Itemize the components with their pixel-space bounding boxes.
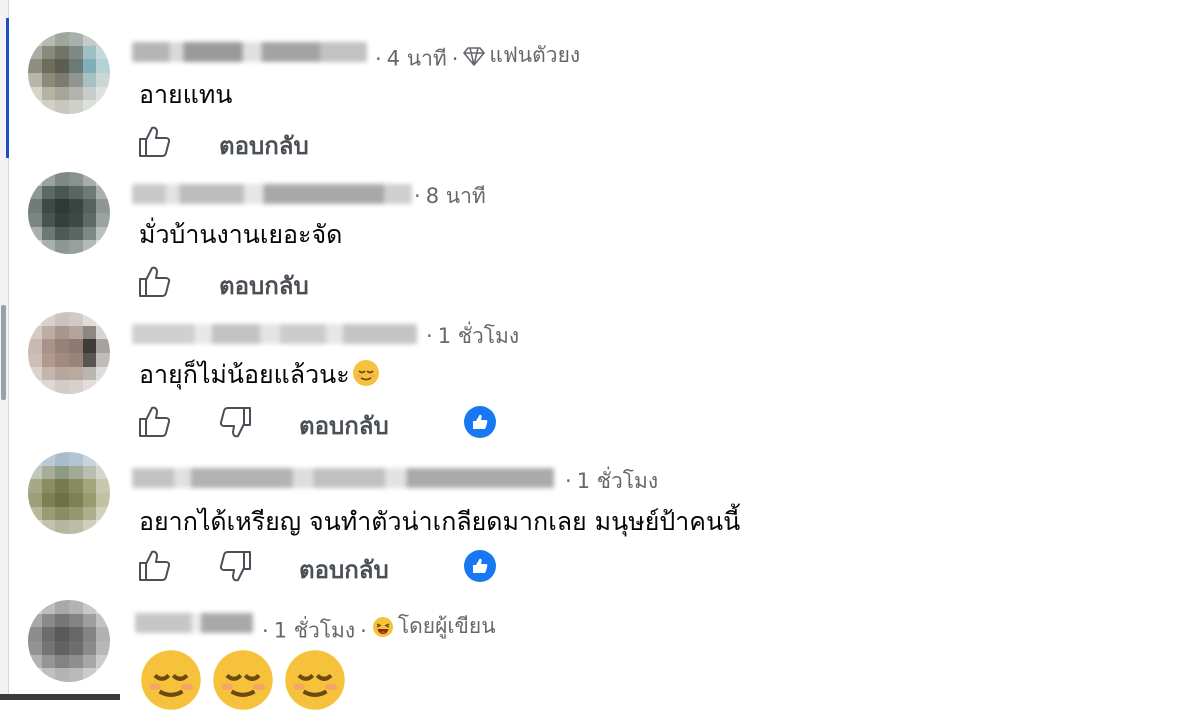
comment-item: · 4 นาที · แฟนตัวยง อายแทน ตอบกลับ (0, 0, 1200, 160)
commenter-name-blurred[interactable] (132, 42, 367, 62)
avatar[interactable] (28, 452, 110, 534)
relieved-face-icon (213, 650, 273, 710)
comment-text: อายแทน (139, 80, 233, 109)
comment-text: อายุก็ไม่น้อยแล้วนะ (139, 355, 380, 395)
comment-meta: · 4 นาที · แฟนตัวยง (370, 39, 580, 76)
commenter-name-blurred[interactable] (132, 324, 417, 344)
comment-text: มั่วบ้านงานเยอะจัด (139, 220, 343, 249)
avatar[interactable] (28, 172, 110, 254)
comment-item: · 1 ชั่วโมง · โดยผู้เขียน (0, 570, 1200, 710)
top-fan-badge[interactable]: แฟนตัวยง (463, 39, 580, 72)
commenter-name-blurred[interactable] (132, 468, 554, 488)
commenter-name-blurred[interactable] (132, 184, 412, 204)
comment-text: อยากได้เหรียญ จนทำตัวน่าเกลียดมากเลย มนุ… (139, 507, 741, 536)
author-badge[interactable]: โดยผู้เขียน (372, 610, 496, 643)
comment-item: · 1 ชั่วโมง อยากได้เหรียญ จนทำตัวน่าเกลีย… (0, 425, 1200, 584)
comment-time[interactable]: 8 นาที (426, 184, 486, 208)
relieved-face-icon (141, 650, 201, 710)
avatar[interactable] (28, 32, 110, 114)
comment-time[interactable]: 4 นาที (387, 47, 447, 71)
relieved-face-icon (352, 360, 379, 386)
diamond-icon (463, 46, 486, 66)
comment-meta: · 1 ชั่วโมง (565, 469, 659, 493)
comment-item: · 1 ชั่วโมง อายุก็ไม่น้อยแล้วนะ ตอบกลับ (0, 280, 1200, 440)
commenter-name-blurred[interactable] (135, 613, 253, 633)
comment-emoji-row (139, 648, 355, 716)
avatar[interactable] (28, 600, 110, 682)
comment-meta: · 1 ชั่วโมง (426, 324, 520, 348)
laughing-face-icon (372, 616, 393, 637)
comment-time[interactable]: 1 ชั่วโมง (438, 324, 519, 348)
comment-time[interactable]: 1 ชั่วโมง (577, 469, 658, 493)
relieved-face-icon (285, 650, 345, 710)
comment-time[interactable]: 1 ชั่วโมง (274, 619, 355, 643)
comment-meta: · 8 นาที (414, 184, 486, 208)
comment-meta: · 1 ชั่วโมง · โดยผู้เขียน (257, 610, 496, 648)
comment-item: · 8 นาที มั่วบ้านงานเยอะจัด ตอบกลับ (0, 140, 1200, 300)
avatar[interactable] (28, 312, 110, 394)
